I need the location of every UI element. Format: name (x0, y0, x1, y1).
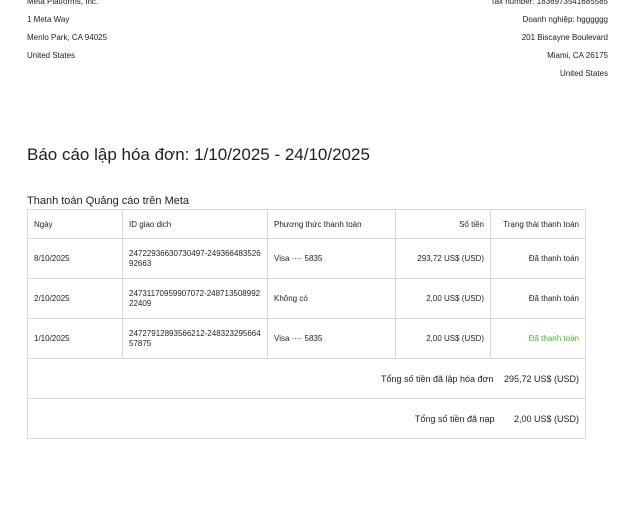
cell-txid: 24727912893566212-24832329566457875 (122, 318, 268, 359)
cell-date: 1/10/2025 (27, 318, 123, 359)
column-header-status: Trạng thái thanh toán (490, 209, 586, 239)
cell-method: Visa ···· 5835 (267, 238, 396, 279)
seller-street: 1 Meta Way (27, 15, 70, 24)
seller-address: Meta Platforms, Inc. 1 Meta Way Menlo Pa… (27, 0, 107, 65)
total-deposited-label: Tổng số tiền đã nạp (414, 413, 495, 424)
table-header-row: Ngày ID giao dịch Phương thức thanh toán… (27, 209, 586, 239)
table-row: 1/10/2025 24727912893566212-248323295664… (27, 318, 586, 359)
cell-status: Đã thanh toán (490, 318, 586, 359)
cell-status: Đã thanh toán (490, 278, 586, 319)
cell-amount: 2,00 US$ (USD) (395, 318, 491, 359)
cell-date: 8/10/2025 (27, 238, 123, 279)
cell-txid: 24722936630730497-24936648352692663 (122, 238, 268, 279)
column-header-txid: ID giao dịch (122, 209, 268, 239)
cell-amount: 2,00 US$ (USD) (395, 278, 491, 319)
buyer-country: United States (559, 69, 608, 78)
cell-amount: 293,72 US$ (USD) (395, 238, 491, 279)
column-header-method: Phương thức thanh toán (267, 209, 396, 239)
total-deposited-row: Tổng số tiền đã nạp 2,00 US$ (USD) (27, 398, 586, 439)
transactions-table: Ngày ID giao dịch Phương thức thanh toán… (27, 209, 586, 439)
report-title: Báo cáo lập hóa đơn: 1/10/2025 - 24/10/2… (27, 145, 370, 164)
column-header-date: Ngày (27, 209, 123, 239)
total-invoiced-value: 295,72 US$ (USD) (503, 373, 579, 384)
total-invoiced-row: Tổng số tiền đã lập hóa đơn 295,72 US$ (… (27, 358, 586, 399)
cell-status: Đã thanh toán (490, 238, 586, 279)
buyer-tax-number: Tax number: 1836973541685585 (490, 0, 608, 6)
table-row: 2/10/2025 24731170959907072-248713508992… (27, 278, 586, 319)
section-title: Thanh toán Quảng cáo trên Meta (27, 195, 190, 207)
seller-country: United States (27, 51, 76, 60)
cell-method: Không có (267, 278, 396, 319)
buyer-city: Miami, CA 26175 (547, 51, 608, 60)
total-invoiced-label: Tổng số tiền đã lập hóa đơn (380, 373, 494, 384)
table-row: 8/10/2025 24722936630730497-249366483526… (27, 238, 586, 279)
buyer-street: 201 Biscayne Boulevard (521, 33, 608, 42)
cell-method: Visa ···· 5835 (267, 318, 396, 359)
seller-city: Menlo Park, CA 94025 (27, 33, 108, 42)
total-deposited-value: 2,00 US$ (USD) (513, 413, 579, 424)
buyer-address: Tax number: 1836973541685585 Doanh nghiệ… (491, 0, 608, 83)
cell-txid: 24731170959907072-24871350899222409 (122, 278, 268, 319)
buyer-business: Doanh nghiệp: hgggggg (522, 15, 608, 24)
cell-date: 2/10/2025 (27, 278, 123, 319)
seller-name: Meta Platforms, Inc. (27, 0, 99, 6)
column-header-amount: Số tiền (395, 209, 491, 239)
